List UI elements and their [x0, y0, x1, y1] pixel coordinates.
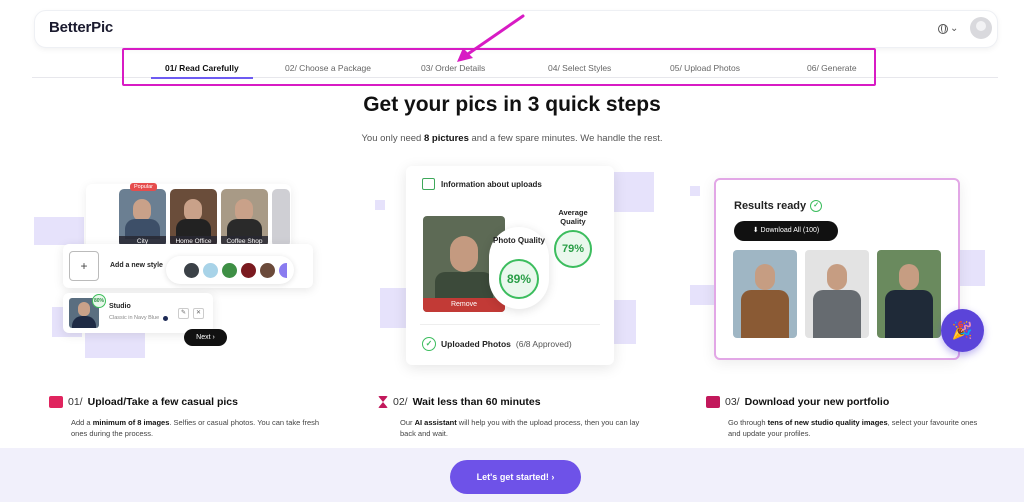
style-tile-coffee-shop[interactable]: Coffee Shop	[221, 189, 268, 247]
party-icon: 🎉	[941, 309, 984, 352]
check-icon: ✓	[422, 337, 436, 351]
feature-title-upload: 01/ Upload/Take a few casual pics	[49, 396, 238, 408]
photo-quality-label: Photo Quality	[493, 236, 545, 245]
style-name: Studio	[109, 303, 131, 310]
remove-photo-button[interactable]: Remove	[423, 298, 505, 312]
step-upload-photos[interactable]: 05/ Upload Photos	[670, 63, 740, 73]
language-selector[interactable]: ⌄	[938, 23, 958, 34]
style-tile-city[interactable]: City	[119, 189, 166, 247]
step-generate[interactable]: 06/ Generate	[807, 63, 857, 73]
active-step-indicator	[151, 77, 253, 79]
next-button[interactable]: Next ›	[184, 329, 227, 346]
style-tile-partial[interactable]	[272, 189, 290, 247]
popular-badge: Popular	[130, 183, 157, 191]
decor-block	[690, 186, 700, 196]
user-avatar[interactable]	[970, 17, 992, 39]
logo-text: BetterPic	[49, 19, 114, 36]
chevron-down-icon: ⌄	[950, 23, 959, 34]
feature-desc-wait: Our AI assistant will help you with the …	[400, 418, 640, 438]
divider	[420, 324, 600, 325]
decor-block	[690, 285, 714, 305]
decor-block	[34, 217, 84, 245]
style-description: Classic in Navy Blue	[109, 315, 160, 321]
decor-block	[85, 330, 145, 358]
decor-block	[380, 288, 406, 328]
step-choose-package[interactable]: 02/ Choose a Package	[285, 63, 371, 73]
feature-title-download: 03/ Download your new portfolio	[706, 396, 889, 408]
person-photo	[133, 199, 151, 221]
app-logo[interactable]: BetterPic	[49, 19, 113, 36]
laptop-icon	[706, 396, 720, 408]
result-photo[interactable]	[877, 250, 941, 338]
page-subtitle: You only need 8 pictures and a few spare…	[361, 133, 663, 144]
color-swatch-row	[166, 256, 294, 284]
pointer-arrow-icon	[457, 14, 525, 62]
decor-block	[614, 172, 654, 212]
selected-style-card[interactable]: 80% Studio Classic in Navy Blue ✎ ✕	[63, 293, 213, 333]
upload-info-heading: Information about uploads	[422, 178, 542, 190]
decor-block	[960, 250, 985, 286]
color-swatch[interactable]	[241, 263, 256, 278]
plus-icon[interactable]: +	[69, 251, 99, 281]
feature-desc-upload: Add a minimum of 8 images. Selfies or ca…	[71, 418, 320, 438]
results-card: Results ready ✓ ⬇ Download All (100)	[714, 178, 960, 360]
decor-block	[375, 200, 385, 210]
feature-title-wait: 02/ Wait less than 60 minutes	[378, 396, 541, 408]
feature-desc-download: Go through tens of new studio quality im…	[728, 418, 978, 438]
step-read-carefully[interactable]: 01/ Read Carefully	[165, 63, 239, 73]
decor-block	[614, 300, 636, 344]
photo-quality-card: Photo Quality 89%	[489, 227, 549, 309]
color-dot	[163, 316, 168, 321]
photo-quality-score: 89%	[499, 259, 539, 299]
color-swatch[interactable]	[260, 263, 275, 278]
results-heading: Results ready ✓	[734, 200, 823, 212]
uploaded-photos-status: ✓ Uploaded Photos (6/8 Approved)	[422, 337, 572, 351]
camera-icon	[49, 396, 63, 408]
download-all-button[interactable]: ⬇ Download All (100)	[734, 221, 838, 241]
get-started-button[interactable]: Let's get started! ›	[450, 460, 581, 494]
person-photo	[184, 199, 202, 221]
upload-info-card: Information about uploads Remove Photo Q…	[406, 166, 614, 365]
result-photo[interactable]	[805, 250, 869, 338]
check-icon: ✓	[810, 200, 823, 212]
average-quality-score: 79%	[554, 230, 592, 268]
close-icon[interactable]: ✕	[193, 308, 204, 319]
hourglass-icon	[378, 396, 388, 408]
step-select-styles[interactable]: 04/ Select Styles	[548, 63, 611, 73]
page-title: Get your pics in 3 quick steps	[363, 93, 661, 116]
quality-badge: 80%	[92, 294, 106, 308]
person-photo	[235, 199, 253, 221]
step-order-details[interactable]: 03/ Order Details	[421, 63, 485, 73]
color-swatch[interactable]	[222, 263, 237, 278]
color-swatch[interactable]	[184, 263, 199, 278]
globe-icon	[938, 23, 948, 34]
style-tile-home-office[interactable]: Home Office	[170, 189, 217, 247]
image-icon	[422, 178, 435, 190]
color-swatch[interactable]	[203, 263, 218, 278]
color-swatch[interactable]	[279, 263, 287, 278]
edit-icon[interactable]: ✎	[178, 308, 189, 319]
add-style-label: Add a new style	[110, 262, 163, 269]
result-photo[interactable]	[733, 250, 797, 338]
average-quality-label: Average Quality	[558, 208, 588, 226]
